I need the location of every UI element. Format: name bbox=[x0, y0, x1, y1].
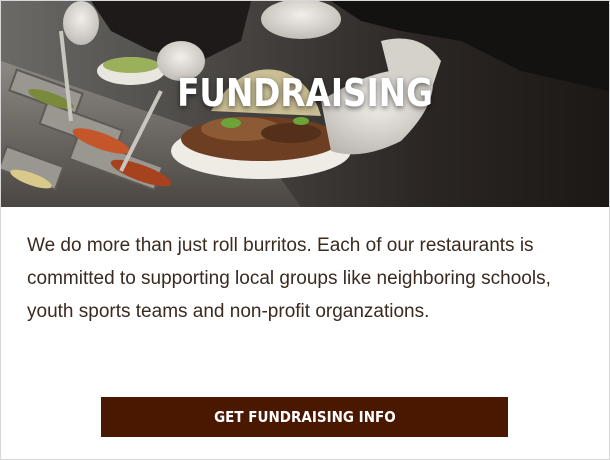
fundraising-card: FUNDRAISING We do more than just roll bu… bbox=[0, 0, 610, 460]
cta-label: GET FUNDRAISING INFO bbox=[213, 408, 396, 426]
hero-banner: FUNDRAISING bbox=[1, 1, 609, 207]
page-title: FUNDRAISING bbox=[177, 71, 433, 115]
description-text: We do more than just roll burritos. Each… bbox=[27, 235, 551, 322]
get-fundraising-info-button[interactable]: GET FUNDRAISING INFO bbox=[101, 397, 508, 437]
